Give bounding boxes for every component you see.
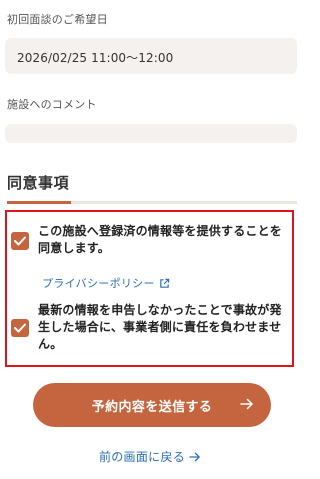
section-divider — [7, 201, 297, 204]
booking-confirmation-page: 初回面談のご希望日 2026/02/25 11:00〜12:00 施設へのコメン… — [0, 0, 300, 479]
consent-text-1: この施設へ登録済の情報等を提供することを同意します。 — [38, 224, 283, 255]
checkmark-icon — [14, 323, 26, 333]
privacy-policy-link[interactable]: プライバシーポリシー — [42, 275, 170, 291]
back-to-previous-link[interactable]: 前の画面に戻る — [0, 448, 300, 465]
arrow-right-icon — [240, 398, 253, 410]
facility-comment-label: 施設へのコメント — [7, 98, 97, 111]
interview-date-value: 2026/02/25 11:00〜12:00 — [17, 51, 174, 65]
back-link-label: 前の画面に戻る — [98, 450, 186, 464]
interview-date-field[interactable]: 2026/02/25 11:00〜12:00 — [5, 38, 297, 74]
checkmark-icon — [14, 236, 26, 246]
consent-section-title: 同意事項 — [7, 174, 70, 192]
consent-checkbox-2[interactable] — [11, 319, 29, 337]
submit-reservation-button[interactable]: 予約内容を送信する — [33, 383, 271, 427]
privacy-policy-link-label: プライバシーポリシー — [42, 277, 155, 290]
facility-comment-field[interactable] — [5, 124, 297, 143]
submit-button-label: 予約内容を送信する — [91, 399, 213, 415]
external-link-icon — [160, 278, 170, 288]
consent-checkbox-1[interactable] — [11, 232, 29, 250]
consent-text-2: 最新の情報を申告しなかったことで事故が発生した場合に、事業者側に責任を負わせませ… — [38, 303, 282, 351]
interview-date-label: 初回面談のご希望日 — [7, 13, 108, 26]
section-divider-accent — [7, 201, 71, 204]
arrow-right-icon — [189, 452, 200, 461]
